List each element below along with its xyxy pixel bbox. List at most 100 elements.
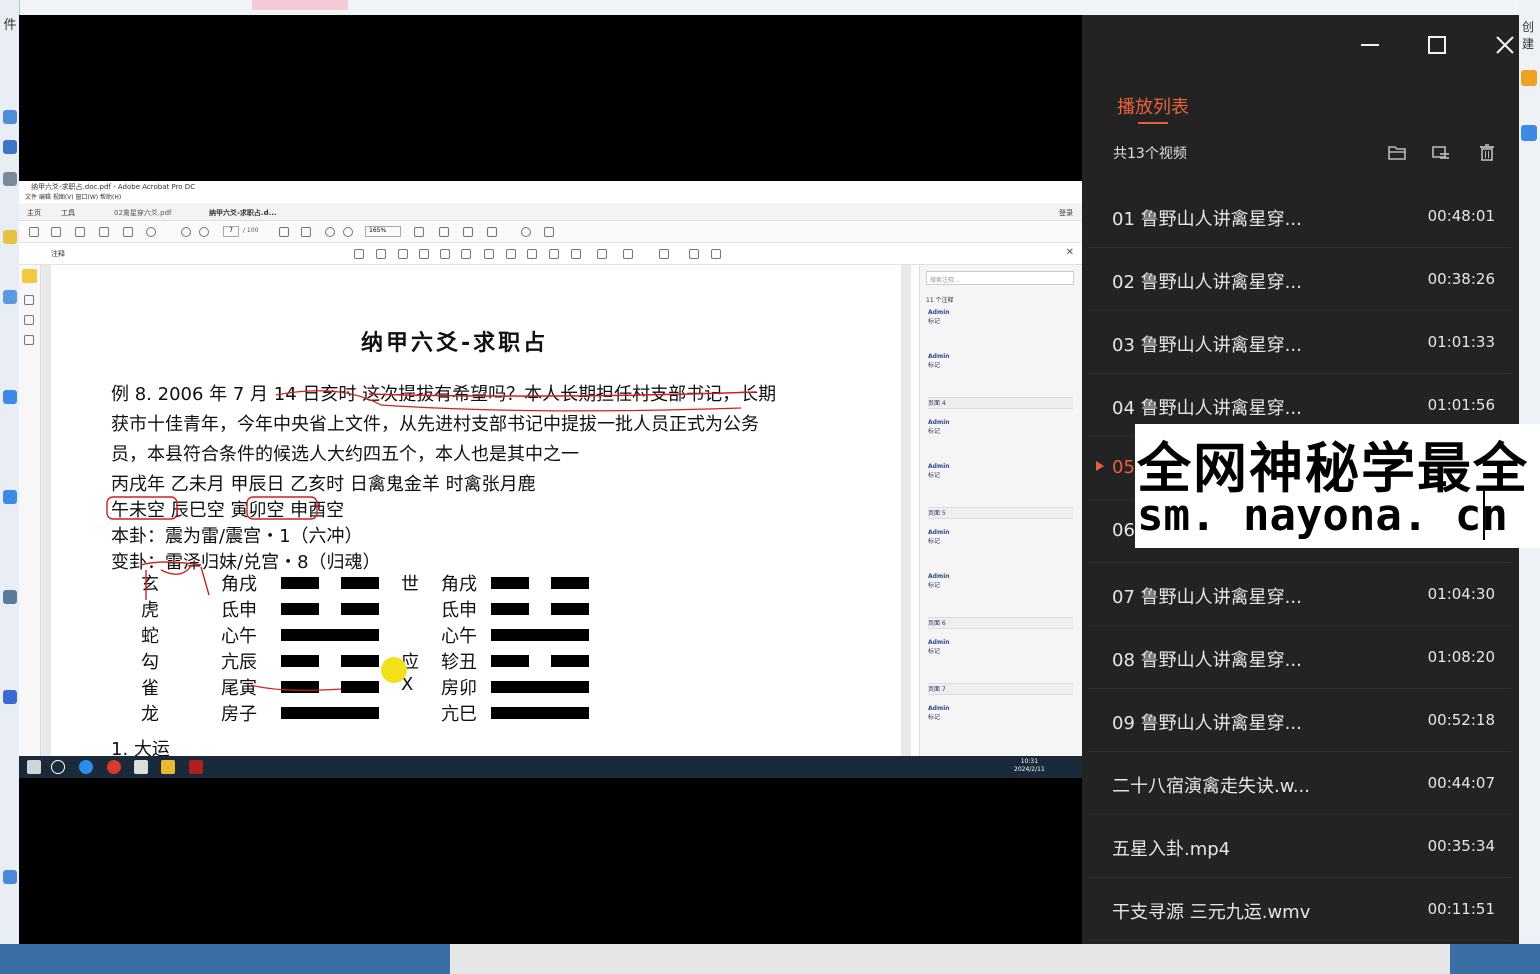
comment-search-input[interactable]: 搜索注释... xyxy=(926,271,1074,285)
pen-icon[interactable] xyxy=(544,227,554,237)
edge-icon[interactable] xyxy=(79,760,93,774)
desktop-icon[interactable] xyxy=(3,110,17,124)
draw-icon[interactable] xyxy=(527,249,537,259)
hand-icon[interactable] xyxy=(301,227,311,237)
desktop-icon[interactable] xyxy=(3,390,17,404)
upload-icon[interactable] xyxy=(51,227,61,237)
playlist-item[interactable]: 二十八宿演禽走失诀.w... 00:44:07 xyxy=(1088,752,1511,815)
playlist-item[interactable]: 03 鲁野山人讲禽星穿... 01:01:33 xyxy=(1088,311,1511,374)
playlist-item[interactable]: 09 鲁野山人讲禽星穿... 00:52:18 xyxy=(1088,689,1511,752)
comment-page-header[interactable]: 页面 4 xyxy=(928,397,1073,409)
search-icon[interactable] xyxy=(51,760,65,774)
desktop-icon[interactable] xyxy=(3,172,17,186)
search-icon[interactable] xyxy=(146,227,156,237)
comment-item[interactable]: Admin 标记 xyxy=(928,353,1073,369)
text-icon[interactable] xyxy=(398,249,408,259)
playlist-item[interactable]: 07 鲁野山人讲禽星穿... 01:04:30 xyxy=(1088,563,1511,626)
lines-icon[interactable] xyxy=(711,249,721,259)
mail-icon[interactable] xyxy=(99,227,109,237)
highlight-icon[interactable] xyxy=(376,249,386,259)
note-icon[interactable] xyxy=(354,249,364,259)
playlist-item[interactable]: 08 鲁野山人讲禽星穿... 01:08:20 xyxy=(1088,626,1511,689)
strike-icon[interactable] xyxy=(419,249,429,259)
signin-link[interactable]: 登录 xyxy=(1059,208,1073,218)
comment-page-header[interactable]: 页面 6 xyxy=(928,617,1073,629)
shape-icon[interactable] xyxy=(623,249,633,259)
comment-item[interactable]: Admin 标记 xyxy=(928,419,1073,435)
desktop-icon[interactable] xyxy=(3,290,17,304)
zoom-in-icon[interactable] xyxy=(343,227,353,237)
zoom-select[interactable]: 165% xyxy=(365,226,401,237)
acrobat-icon[interactable] xyxy=(189,760,203,774)
comment-icon[interactable] xyxy=(521,227,531,237)
scroll-icon[interactable] xyxy=(439,227,449,237)
tab-doc2[interactable]: 纳甲六爻-求职占.d... xyxy=(209,208,277,218)
save-icon[interactable] xyxy=(29,227,39,237)
close-comment-icon[interactable]: ✕ xyxy=(1066,247,1074,258)
pages-icon[interactable] xyxy=(24,295,34,305)
video-area[interactable]: 纳甲六爻-求职占.doc.pdf - Adobe Acrobat Pro DC … xyxy=(19,15,1082,944)
insert-icon[interactable] xyxy=(461,249,471,259)
tab-doc1[interactable]: 02禽星穿六爻.pdf xyxy=(114,208,171,218)
zoom-out-icon[interactable] xyxy=(325,227,335,237)
playlist-item[interactable]: 干支寻源 三元九运.wmv 00:11:51 xyxy=(1088,878,1511,941)
desktop-icon[interactable] xyxy=(3,870,17,884)
scan-icon[interactable] xyxy=(123,227,133,237)
desktop-icon[interactable] xyxy=(3,490,17,504)
app-icon[interactable] xyxy=(107,760,121,774)
stamp-tool-icon[interactable] xyxy=(571,249,581,259)
callout-icon[interactable] xyxy=(506,249,516,259)
attach-icon[interactable] xyxy=(597,249,607,259)
minimize-icon[interactable] xyxy=(1358,33,1382,57)
fit-icon[interactable] xyxy=(414,227,424,237)
comment-rail-icon[interactable] xyxy=(22,269,37,283)
notepad-icon[interactable] xyxy=(134,760,148,774)
page-area: 纳甲六爻-求职占 例 8. 2006 年 7 月 14 日亥时 这次提拔有希望吗… xyxy=(41,265,911,765)
comment-item[interactable]: Admin 标记 xyxy=(928,705,1073,721)
bookmark-icon[interactable] xyxy=(24,315,34,325)
desktop-icon[interactable] xyxy=(1521,70,1537,86)
start-icon[interactable] xyxy=(27,760,41,774)
textbox-icon[interactable] xyxy=(484,249,494,259)
comment-item[interactable]: Admin 标记 xyxy=(928,639,1073,655)
replace-icon[interactable] xyxy=(440,249,450,259)
eraser-icon[interactable] xyxy=(549,249,559,259)
playlist-tab[interactable]: 播放列表 xyxy=(1117,93,1189,119)
comment-page-header[interactable]: 页面 5 xyxy=(928,507,1073,519)
pin-icon[interactable] xyxy=(659,249,669,259)
page-up-icon[interactable] xyxy=(181,227,191,237)
attachment-icon[interactable] xyxy=(24,335,34,345)
tab-home[interactable]: 主页 xyxy=(27,208,41,218)
comment-tag: 标记 xyxy=(928,582,941,589)
desktop-icon[interactable] xyxy=(3,230,17,244)
playlist-item[interactable]: 五星入卦.mp4 00:35:34 xyxy=(1088,815,1511,878)
comment-page-header[interactable]: 页面 7 xyxy=(928,683,1073,695)
desktop-icon[interactable] xyxy=(3,140,17,154)
page-down-icon[interactable] xyxy=(199,227,209,237)
select-icon[interactable] xyxy=(279,227,289,237)
desktop-icon[interactable] xyxy=(3,690,17,704)
playlist-item[interactable]: 02 鲁野山人讲禽星穿... 00:38:26 xyxy=(1088,248,1511,311)
comment-item[interactable]: Admin 标记 xyxy=(928,309,1073,325)
color-icon[interactable] xyxy=(689,249,699,259)
close-icon[interactable] xyxy=(1493,33,1517,57)
comment-item[interactable]: Admin 标记 xyxy=(928,573,1073,589)
stamp-icon[interactable] xyxy=(487,227,497,237)
trash-icon[interactable] xyxy=(1477,143,1497,161)
comment-item[interactable]: Admin 标记 xyxy=(928,529,1073,545)
comment-item[interactable]: Admin 标记 xyxy=(928,463,1073,479)
desktop-icon[interactable] xyxy=(3,590,17,604)
fullscreen-icon[interactable] xyxy=(463,227,473,237)
print-icon[interactable] xyxy=(75,227,85,237)
tray-clock[interactable]: 10:31 2024/2/11 xyxy=(1014,758,1045,774)
add-file-icon[interactable] xyxy=(1431,143,1451,161)
page-number-input[interactable]: 7 xyxy=(223,226,239,237)
maximize-icon[interactable] xyxy=(1425,33,1449,57)
folder-icon[interactable] xyxy=(161,760,175,774)
desktop-icon[interactable] xyxy=(1521,125,1537,141)
open-folder-icon[interactable] xyxy=(1387,143,1407,161)
page-total: / 100 xyxy=(243,227,259,234)
windows-taskbar: 10:31 2024/2/11 xyxy=(19,756,1082,778)
playlist-item[interactable]: 01 鲁野山人讲禽星穿... 00:48:01 xyxy=(1088,185,1511,248)
tab-tools[interactable]: 工具 xyxy=(61,208,75,218)
